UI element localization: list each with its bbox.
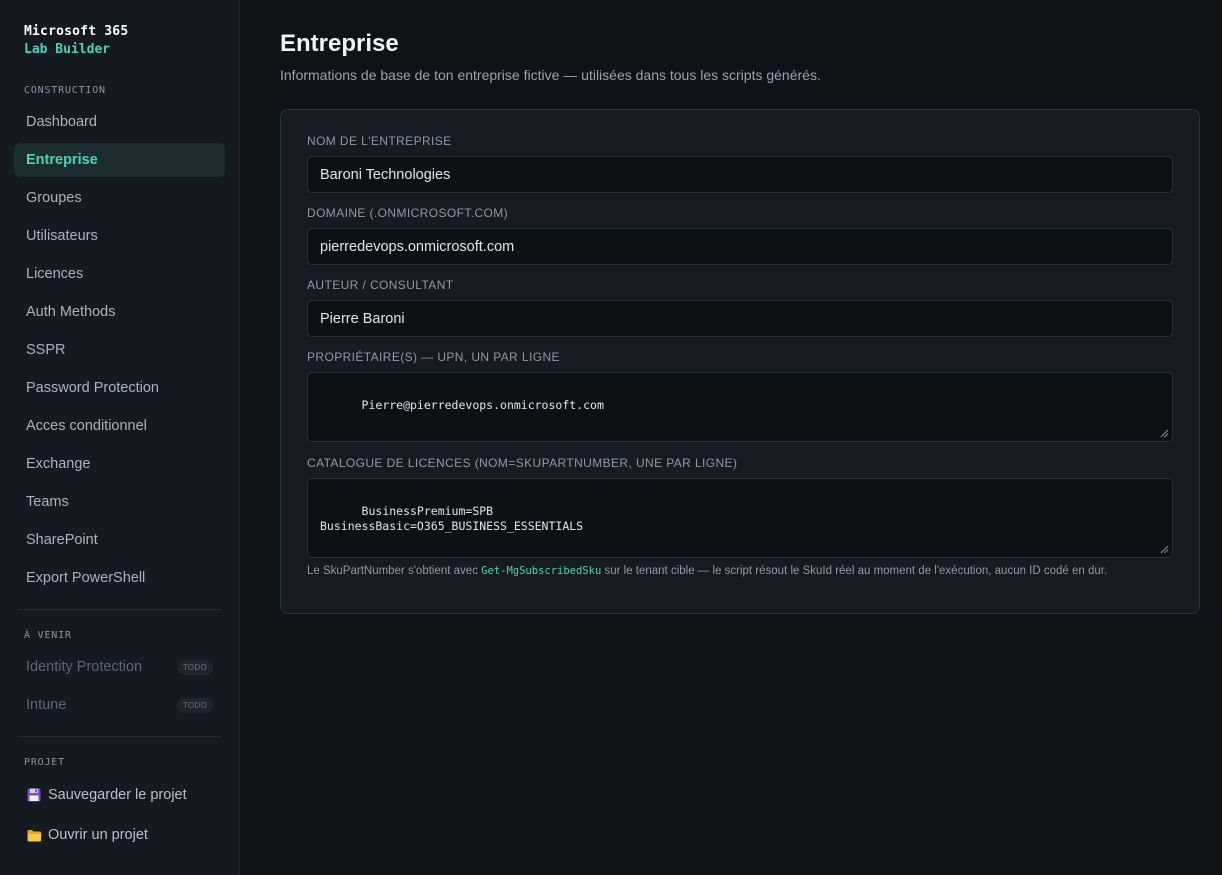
sidebar-item-intune: Intune TODO bbox=[14, 688, 225, 722]
save-project-label: Sauvegarder le projet bbox=[48, 787, 187, 803]
brand-subtitle: Lab Builder bbox=[24, 42, 111, 57]
section-label-upcoming: À VENIR bbox=[24, 630, 72, 641]
sidebar-divider bbox=[18, 609, 221, 610]
hint-suffix: sur le tenant cible — le script résout l… bbox=[601, 565, 1108, 577]
company-name-input[interactable]: Baroni Technologies bbox=[307, 156, 1173, 193]
resize-grip-icon[interactable] bbox=[1159, 544, 1169, 554]
sidebar-item-dashboard[interactable]: Dashboard bbox=[14, 105, 225, 139]
main-content: Entreprise Informations de base de ton e… bbox=[240, 0, 1222, 875]
author-input[interactable]: Pierre Baroni bbox=[307, 300, 1173, 337]
todo-badge: TODO bbox=[176, 697, 213, 713]
open-project-button[interactable]: Ouvrir un projet bbox=[14, 817, 225, 853]
domain-label: DOMAINE (.ONMICROSOFT.COM) bbox=[307, 206, 509, 220]
hint-prefix: Le SkuPartNumber s'obtient avec bbox=[307, 565, 482, 577]
sidebar-item-sharepoint[interactable]: SharePoint bbox=[14, 523, 225, 557]
owners-label: PROPRIÉTAIRE(S) — UPN, UN PAR LIGNE bbox=[307, 350, 560, 364]
author-label: AUTEUR / CONSULTANT bbox=[307, 278, 454, 292]
folder-icon bbox=[26, 827, 42, 843]
license-catalog-hint: Le SkuPartNumber s'obtient avec Get-MgSu… bbox=[307, 565, 1173, 577]
todo-badge: TODO bbox=[176, 659, 213, 675]
page-title: Entreprise bbox=[280, 30, 399, 57]
license-catalog-value: BusinessPremium=SPB BusinessBasic=O365_B… bbox=[320, 504, 584, 533]
company-form-card: NOM DE L'ENTREPRISE Baroni Technologies … bbox=[280, 109, 1200, 614]
sidebar-item-groupes[interactable]: Groupes bbox=[14, 181, 225, 215]
sidebar-item-identity-protection: Identity Protection TODO bbox=[14, 650, 225, 684]
open-project-label: Ouvrir un projet bbox=[48, 827, 148, 843]
sidebar-item-licences[interactable]: Licences bbox=[14, 257, 225, 291]
sidebar-item-label: Identity Protection bbox=[26, 659, 143, 675]
page-subtitle: Informations de base de ton entreprise f… bbox=[280, 67, 821, 83]
domain-input[interactable]: pierredevops.onmicrosoft.com bbox=[307, 228, 1173, 265]
owners-textarea-value: Pierre@pierredevops.onmicrosoft.com bbox=[361, 398, 604, 412]
save-project-button[interactable]: Sauvegarder le projet bbox=[14, 777, 225, 813]
floppy-disk-icon bbox=[26, 787, 42, 803]
resize-grip-icon[interactable] bbox=[1159, 428, 1169, 438]
sidebar-divider bbox=[18, 736, 221, 737]
sidebar-item-export-powershell[interactable]: Export PowerShell bbox=[14, 561, 225, 595]
company-name-label: NOM DE L'ENTREPRISE bbox=[307, 134, 452, 148]
sidebar-item-sspr[interactable]: SSPR bbox=[14, 333, 225, 367]
sidebar: Microsoft 365 Lab Builder CONSTRUCTION D… bbox=[0, 0, 240, 875]
license-catalog-textarea[interactable]: BusinessPremium=SPB BusinessBasic=O365_B… bbox=[307, 478, 1173, 558]
sidebar-item-exchange[interactable]: Exchange bbox=[14, 447, 225, 481]
hint-cmdlet: Get-MgSubscribedSku bbox=[481, 565, 602, 577]
license-catalog-label: CATALOGUE DE LICENCES (NOM=SKUPARTNUMBER… bbox=[307, 456, 738, 470]
brand-title: Microsoft 365 bbox=[24, 24, 129, 39]
sidebar-item-teams[interactable]: Teams bbox=[14, 485, 225, 519]
sidebar-item-auth-methods[interactable]: Auth Methods bbox=[14, 295, 225, 329]
sidebar-item-password-protection[interactable]: Password Protection bbox=[14, 371, 225, 405]
owners-textarea[interactable]: Pierre@pierredevops.onmicrosoft.com bbox=[307, 372, 1173, 442]
sidebar-item-acces-conditionnel[interactable]: Acces conditionnel bbox=[14, 409, 225, 443]
sidebar-item-entreprise[interactable]: Entreprise bbox=[14, 143, 225, 177]
sidebar-item-utilisateurs[interactable]: Utilisateurs bbox=[14, 219, 225, 253]
section-label-construction: CONSTRUCTION bbox=[24, 85, 106, 96]
sidebar-item-label: Intune bbox=[26, 697, 67, 713]
brand: Microsoft 365 Lab Builder bbox=[14, 24, 225, 57]
section-label-projet: PROJET bbox=[24, 757, 65, 768]
